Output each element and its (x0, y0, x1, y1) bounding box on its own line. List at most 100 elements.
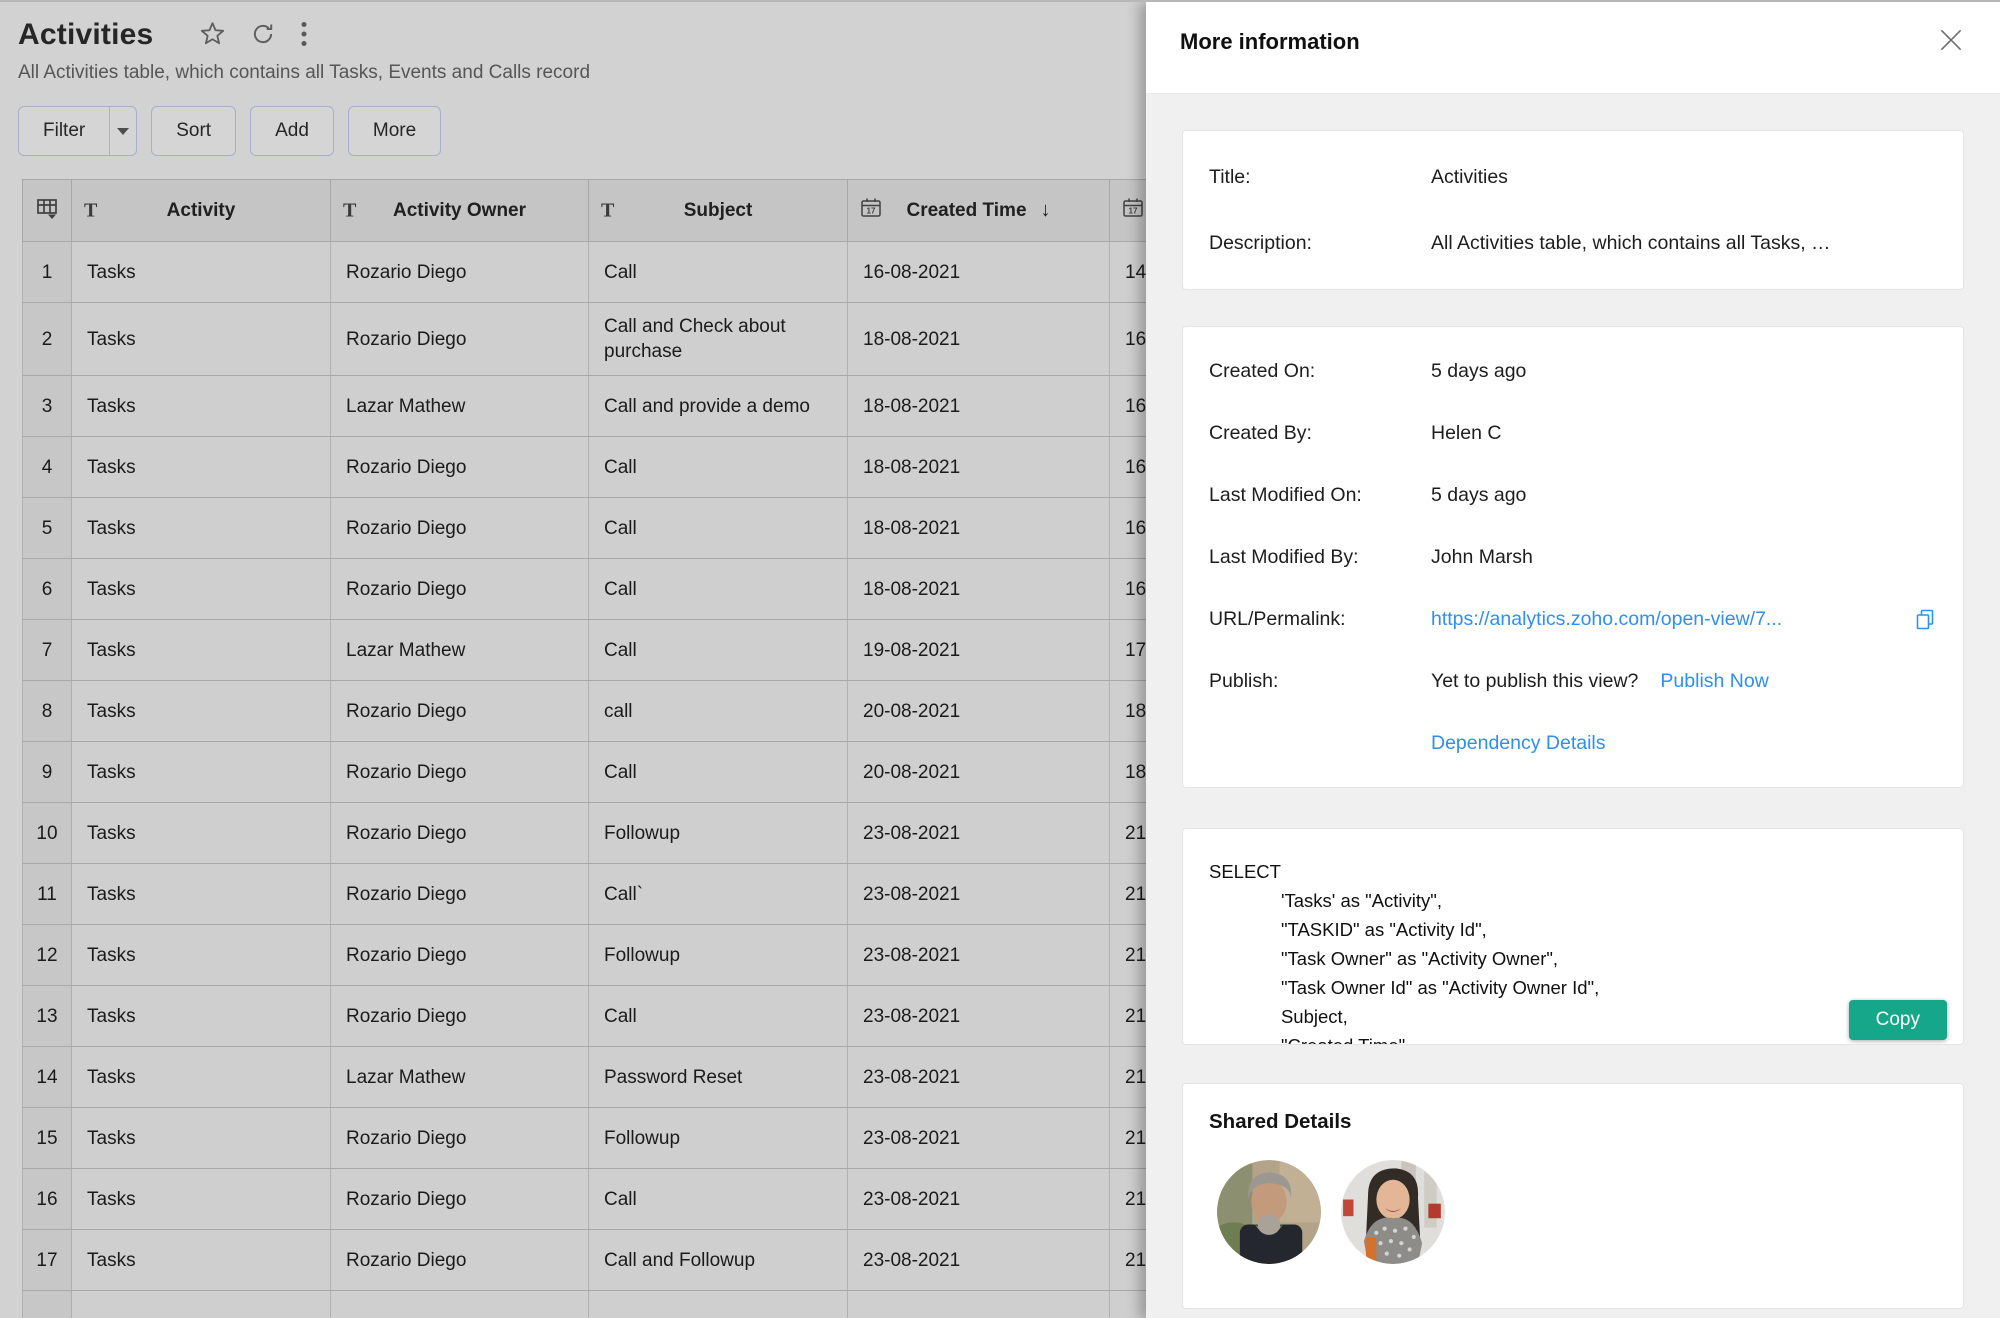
cell-created-time[interactable]: 18-08-2021 (847, 375, 1110, 437)
more-button[interactable]: More (347, 106, 442, 156)
cell-created-time[interactable]: 18-08-2021 (847, 436, 1110, 498)
column-header-activity-owner[interactable]: T Activity Owner (330, 179, 589, 242)
avatar[interactable] (1217, 1160, 1321, 1264)
cell-subject[interactable]: Call and Check about purchase (588, 302, 848, 376)
cell-activity-owner[interactable]: Lazar Mathew (330, 619, 589, 681)
publish-now-link[interactable]: Publish Now (1660, 669, 1768, 693)
empty-cell[interactable] (71, 1290, 331, 1318)
row-number[interactable]: 10 (22, 802, 72, 864)
cell-activity[interactable]: Tasks (71, 680, 331, 742)
empty-cell[interactable] (588, 1290, 848, 1318)
row-number[interactable]: 9 (22, 741, 72, 803)
row-number[interactable]: 1 (22, 241, 72, 303)
copy-url-button[interactable] (1913, 607, 1937, 631)
row-number[interactable]: 17 (22, 1229, 72, 1291)
cell-created-time[interactable]: 19-08-2021 (847, 619, 1110, 681)
cell-subject[interactable]: Followup (588, 924, 848, 986)
cell-subject[interactable]: Followup (588, 802, 848, 864)
cell-activity-owner[interactable]: Lazar Mathew (330, 1046, 589, 1108)
close-panel-button[interactable] (1932, 21, 1970, 62)
cell-subject[interactable]: Call (588, 741, 848, 803)
column-header-activity[interactable]: T Activity (71, 179, 331, 242)
cell-activity-owner[interactable]: Rozario Diego (330, 1168, 589, 1230)
add-button[interactable]: Add (250, 106, 334, 156)
cell-created-time[interactable]: 20-08-2021 (847, 680, 1110, 742)
sort-button[interactable]: Sort (151, 106, 237, 156)
dependency-details-link[interactable]: Dependency Details (1431, 731, 1606, 755)
cell-created-time[interactable]: 18-08-2021 (847, 497, 1110, 559)
cell-activity-owner[interactable]: Rozario Diego (330, 302, 589, 376)
cell-subject[interactable]: Call and provide a demo (588, 375, 848, 437)
cell-created-time[interactable]: 23-08-2021 (847, 1107, 1110, 1169)
cell-subject[interactable]: Password Reset (588, 1046, 848, 1108)
cell-activity[interactable]: Tasks (71, 436, 331, 498)
cell-activity[interactable]: Tasks (71, 863, 331, 925)
cell-activity[interactable]: Tasks (71, 924, 331, 986)
cell-activity-owner[interactable]: Rozario Diego (330, 497, 589, 559)
cell-subject[interactable]: Call (588, 241, 848, 303)
row-number[interactable]: 5 (22, 497, 72, 559)
cell-activity-owner[interactable]: Rozario Diego (330, 558, 589, 620)
row-number[interactable]: 15 (22, 1107, 72, 1169)
cell-subject[interactable]: Call (588, 497, 848, 559)
cell-created-time[interactable]: 16-08-2021 (847, 241, 1110, 303)
cell-created-time[interactable]: 18-08-2021 (847, 558, 1110, 620)
cell-activity[interactable]: Tasks (71, 802, 331, 864)
filter-button[interactable]: Filter (19, 107, 109, 155)
cell-activity[interactable]: Tasks (71, 1168, 331, 1230)
cell-activity[interactable]: Tasks (71, 558, 331, 620)
cell-activity-owner[interactable]: Rozario Diego (330, 436, 589, 498)
select-all-header[interactable] (22, 179, 72, 242)
permalink-url[interactable]: https://analytics.zoho.com/open-view/7..… (1431, 607, 1782, 631)
cell-subject[interactable]: Call (588, 436, 848, 498)
row-number[interactable]: 13 (22, 985, 72, 1047)
row-number[interactable]: 14 (22, 1046, 72, 1108)
column-header-subject[interactable]: T Subject (588, 179, 848, 242)
cell-subject[interactable]: Call` (588, 863, 848, 925)
cell-activity[interactable]: Tasks (71, 985, 331, 1047)
cell-activity[interactable]: Tasks (71, 1107, 331, 1169)
cell-activity[interactable]: Tasks (71, 497, 331, 559)
more-options-button[interactable] (300, 20, 308, 51)
cell-activity-owner[interactable]: Rozario Diego (330, 924, 589, 986)
cell-subject[interactable]: Call (588, 985, 848, 1047)
cell-created-time[interactable]: 23-08-2021 (847, 1168, 1110, 1230)
cell-created-time[interactable]: 23-08-2021 (847, 802, 1110, 864)
cell-activity-owner[interactable]: Rozario Diego (330, 802, 589, 864)
row-number[interactable]: 16 (22, 1168, 72, 1230)
cell-created-time[interactable]: 23-08-2021 (847, 1046, 1110, 1108)
refresh-button[interactable] (250, 21, 276, 50)
cell-activity-owner[interactable]: Rozario Diego (330, 1229, 589, 1291)
cell-activity-owner[interactable]: Rozario Diego (330, 863, 589, 925)
row-number[interactable]: 2 (22, 302, 72, 376)
row-number[interactable]: 3 (22, 375, 72, 437)
cell-activity[interactable]: Tasks (71, 375, 331, 437)
cell-subject[interactable]: Call (588, 619, 848, 681)
cell-created-time[interactable]: 18-08-2021 (847, 302, 1110, 376)
row-number[interactable]: 7 (22, 619, 72, 681)
cell-activity-owner[interactable]: Rozario Diego (330, 241, 589, 303)
row-number[interactable]: 4 (22, 436, 72, 498)
favorite-button[interactable] (199, 20, 226, 50)
cell-activity[interactable]: Tasks (71, 302, 331, 376)
cell-created-time[interactable]: 23-08-2021 (847, 863, 1110, 925)
copy-query-button[interactable]: Copy (1848, 1000, 1947, 1040)
filter-dropdown-button[interactable] (109, 107, 136, 155)
cell-activity-owner[interactable]: Rozario Diego (330, 741, 589, 803)
cell-activity[interactable]: Tasks (71, 241, 331, 303)
row-number[interactable]: 6 (22, 558, 72, 620)
cell-activity[interactable]: Tasks (71, 1046, 331, 1108)
row-number[interactable]: 11 (22, 863, 72, 925)
cell-activity[interactable]: Tasks (71, 1229, 331, 1291)
cell-subject[interactable]: Followup (588, 1107, 848, 1169)
empty-cell[interactable] (847, 1290, 1110, 1318)
row-number[interactable] (22, 1290, 72, 1318)
cell-created-time[interactable]: 23-08-2021 (847, 985, 1110, 1047)
cell-created-time[interactable]: 20-08-2021 (847, 741, 1110, 803)
cell-activity[interactable]: Tasks (71, 741, 331, 803)
cell-subject[interactable]: Call (588, 558, 848, 620)
cell-subject[interactable]: call (588, 680, 848, 742)
cell-subject[interactable]: Call and Followup (588, 1229, 848, 1291)
column-header-created-time[interactable]: 17 Created Time ↓ (847, 179, 1110, 242)
avatar[interactable] (1341, 1160, 1445, 1264)
